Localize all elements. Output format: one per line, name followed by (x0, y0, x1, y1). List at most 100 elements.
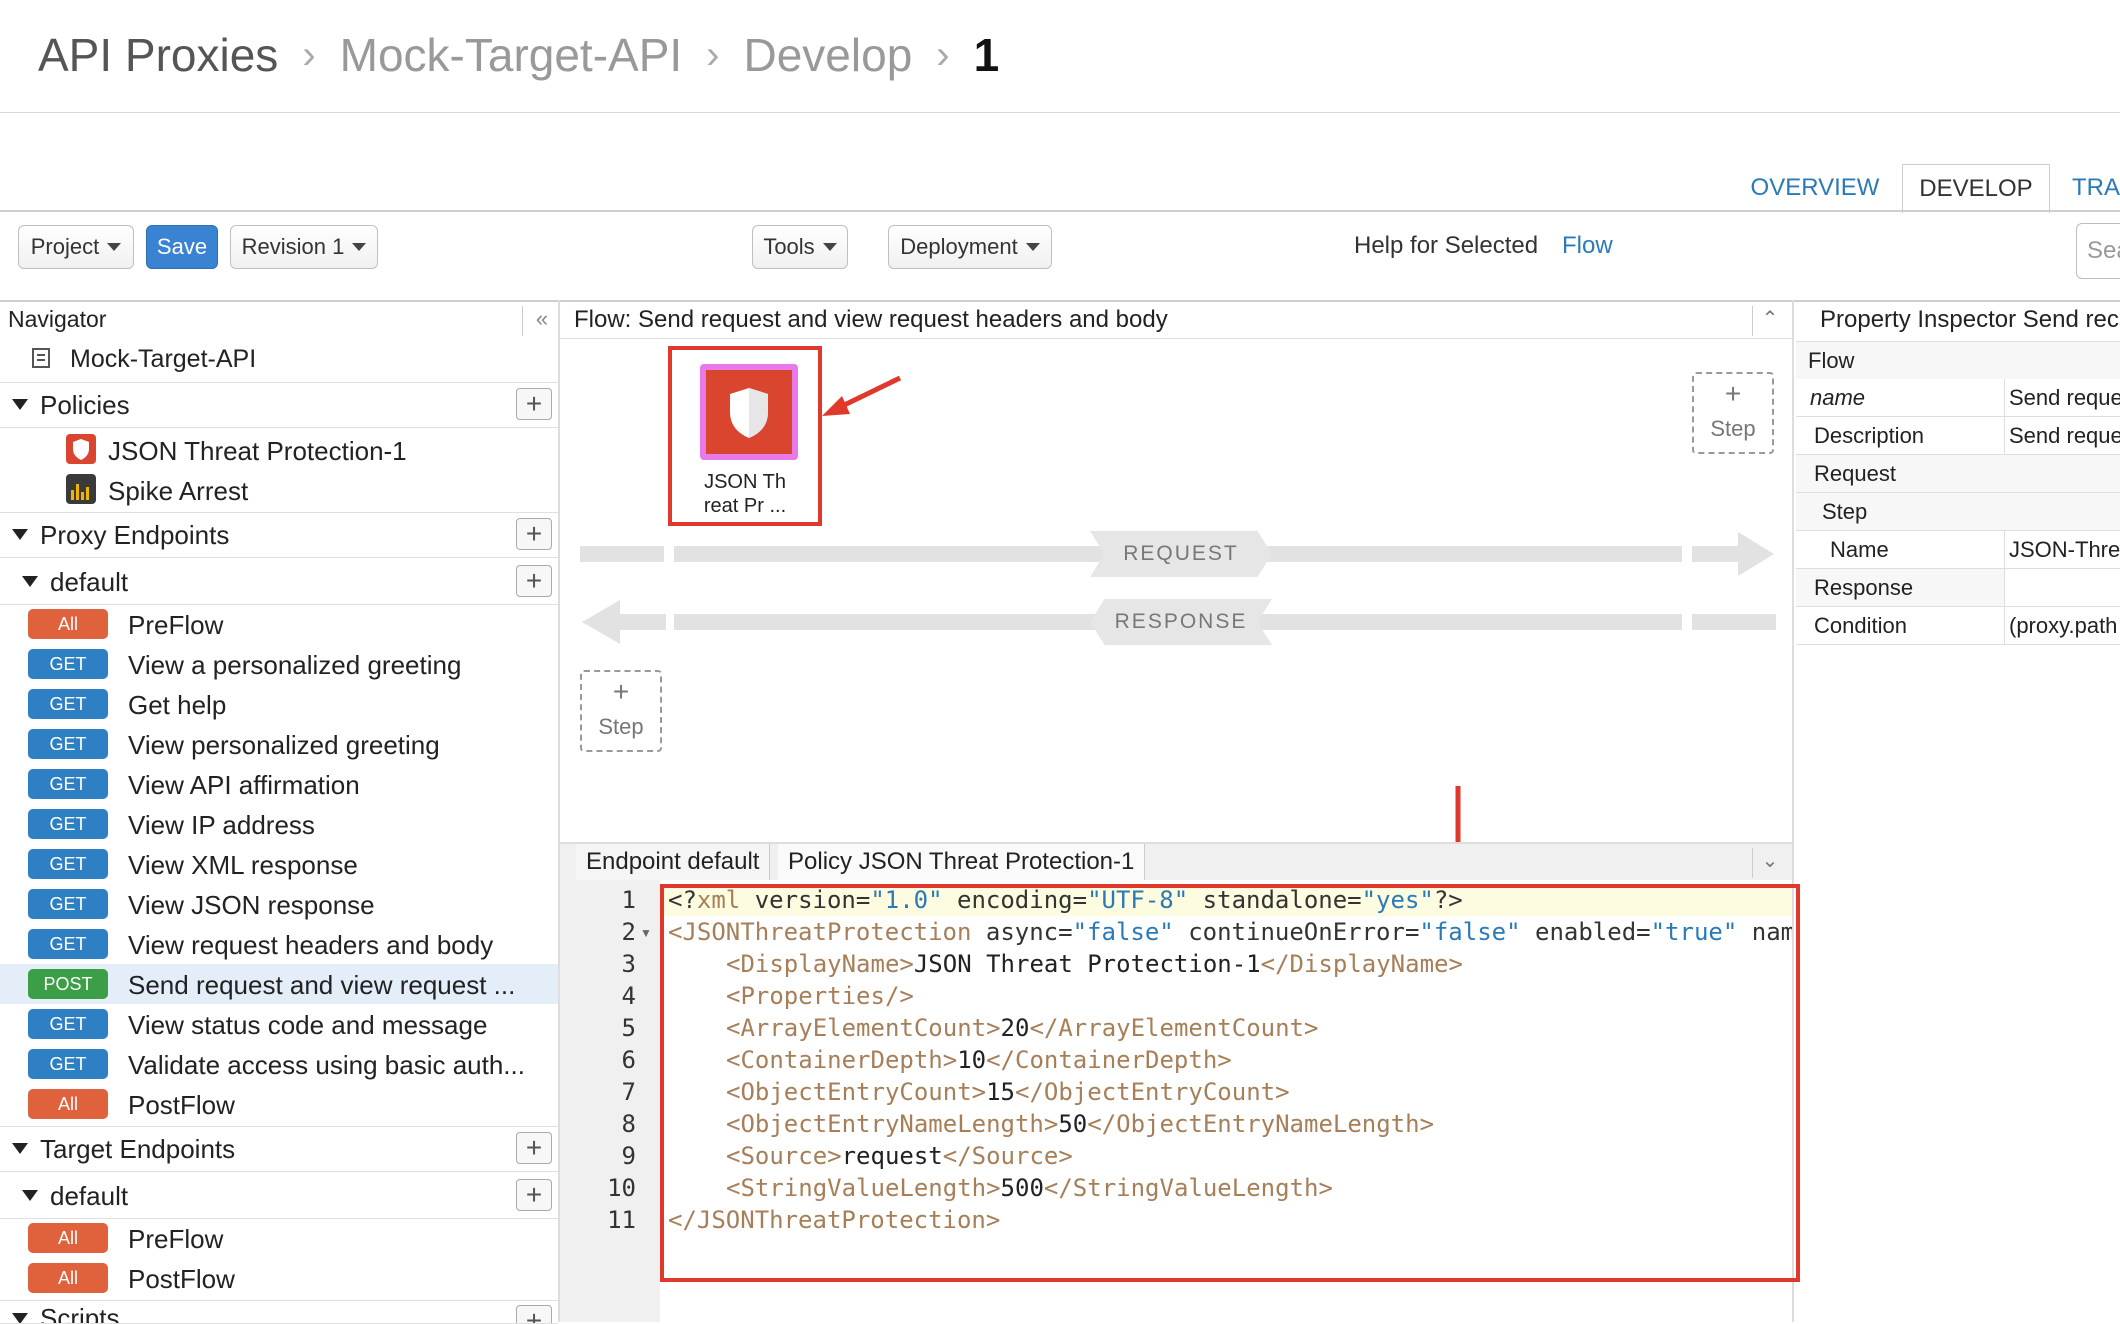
highlight-box (660, 884, 1800, 1282)
flow-label: PostFlow (128, 1264, 235, 1294)
flow-item[interactable]: All PostFlow (0, 1258, 558, 1298)
add-flow-button[interactable]: + (516, 565, 552, 597)
line-number: 4 (621, 982, 636, 1010)
tab-endpoint-default[interactable]: Endpoint default (576, 844, 771, 880)
breadcrumb-separator-icon: › (706, 32, 720, 77)
add-script-button[interactable]: + (516, 1305, 552, 1323)
method-badge: GET (28, 1009, 108, 1039)
method-badge: GET (28, 849, 108, 879)
inspector-value[interactable] (2004, 569, 2120, 606)
method-badge: GET (28, 689, 108, 719)
policy-item[interactable]: JSON Threat Protection-1 (0, 430, 558, 470)
inspector-row-name[interactable]: name Send reque (1796, 379, 2120, 417)
flow-item[interactable]: GET View a personalized greeting (0, 644, 558, 684)
collapse-down-icon[interactable]: ⌄ (1752, 848, 1787, 878)
add-step-request[interactable]: + Step (1692, 372, 1774, 454)
flow-item[interactable]: All PreFlow (0, 604, 558, 644)
flow-item[interactable]: GET View personalized greeting (0, 724, 558, 764)
flow-label: Send request and view request ... (128, 970, 516, 1000)
breadcrumb-revision: 1 (973, 29, 1000, 81)
flow-item[interactable]: GET View request headers and body (0, 924, 558, 964)
fold-arrow-icon[interactable]: ▼ (640, 926, 652, 940)
inspector-row-step-name[interactable]: Name JSON-Thre (1796, 531, 2120, 569)
target-endpoints-section-header[interactable]: Target Endpoints + (0, 1126, 558, 1172)
flow-item[interactable]: GET View IP address (0, 804, 558, 844)
flow-item[interactable]: GET View XML response (0, 844, 558, 884)
expand-triangle-icon[interactable] (22, 576, 38, 587)
inspector-row-description[interactable]: Description Send reque (1796, 417, 2120, 455)
add-policy-button[interactable]: + (516, 388, 552, 420)
tab-policy-json-threat[interactable]: Policy JSON Threat Protection-1 (778, 844, 1146, 880)
expand-triangle-icon[interactable] (22, 1190, 38, 1201)
caret-down-icon (822, 243, 837, 251)
inspector-value[interactable]: Send reque (2004, 379, 2120, 416)
caret-down-icon (107, 243, 122, 251)
expand-triangle-icon[interactable] (12, 399, 28, 410)
policies-section-header[interactable]: Policies + (0, 382, 558, 428)
inspector-row-condition[interactable]: Condition (proxy.path (1796, 607, 2120, 645)
collapse-up-icon[interactable]: ⌃ (1752, 306, 1787, 336)
flow-item[interactable]: GET Get help (0, 684, 558, 724)
navigator-root-proxy[interactable]: Mock-Target-API (70, 345, 256, 374)
policies-label: Policies (40, 390, 130, 420)
flow-item[interactable]: All PostFlow (0, 1084, 558, 1124)
target-default-label: default (50, 1181, 129, 1211)
tabs-divider (0, 210, 2120, 212)
search-input[interactable]: Sea (2076, 223, 2120, 279)
target-default-header[interactable]: default + (0, 1174, 558, 1219)
tab-develop[interactable]: DEVELOP (1902, 164, 2050, 213)
navigator-title: Navigator (8, 306, 107, 332)
breadcrumb-develop[interactable]: Develop (744, 28, 913, 82)
policy-caption-line: reat Pr ... (703, 495, 787, 517)
method-badge: All (28, 1223, 108, 1253)
revision-dropdown[interactable]: Revision 1 (230, 225, 378, 269)
add-flow-button[interactable]: + (516, 1179, 552, 1211)
method-badge: GET (28, 1049, 108, 1079)
add-step-response[interactable]: + Step (580, 670, 662, 752)
breadcrumb: API Proxies › Mock-Target-API › Develop … (38, 20, 999, 90)
tools-label: Tools (763, 234, 815, 259)
inspector-value[interactable]: (proxy.path (2004, 607, 2120, 644)
flow-item-selected[interactable]: POST Send request and view request ... (0, 964, 558, 1004)
flow-item[interactable]: GET View API affirmation (0, 764, 558, 804)
method-badge: GET (28, 729, 108, 759)
deployment-dropdown[interactable]: Deployment (888, 225, 1052, 269)
expand-triangle-icon[interactable] (12, 1143, 28, 1154)
breadcrumb-proxy-name[interactable]: Mock-Target-API (340, 28, 683, 82)
flow-item[interactable]: GET View status code and message (0, 1004, 558, 1044)
line-number: 8 (621, 1110, 636, 1138)
add-target-endpoint-button[interactable]: + (516, 1132, 552, 1164)
flow-label: View personalized greeting (128, 730, 440, 760)
proxy-endpoints-section-header[interactable]: Proxy Endpoints + (0, 512, 558, 558)
flow-item[interactable]: GET Validate access using basic auth... (0, 1044, 558, 1084)
proxy-default-header[interactable]: default + (0, 560, 558, 605)
method-badge: All (28, 1089, 108, 1119)
tab-overview[interactable]: OVERVIEW (1740, 166, 1890, 210)
policy-item[interactable]: Spike Arrest (0, 470, 558, 510)
method-badge: GET (28, 809, 108, 839)
collapse-left-icon[interactable]: « (522, 306, 561, 336)
scripts-section-header[interactable]: Scripts + (0, 1300, 558, 1324)
tab-trace[interactable]: TRA (2072, 166, 2120, 210)
annotation-arrow-icon (822, 375, 902, 416)
add-proxy-endpoint-button[interactable]: + (516, 518, 552, 550)
flow-label: View a personalized greeting (128, 650, 462, 680)
flow-item[interactable]: All PreFlow (0, 1218, 558, 1258)
inspector-value[interactable]: JSON-Thre (2004, 531, 2120, 568)
flow-label: View IP address (128, 810, 315, 840)
help-flow-link[interactable]: Flow (1562, 232, 1613, 260)
save-button[interactable]: Save (146, 225, 218, 269)
inspector-key: Name (1830, 537, 1889, 562)
line-number: 9 (621, 1142, 636, 1170)
expand-triangle-icon[interactable] (12, 529, 28, 540)
breadcrumb-api-proxies[interactable]: API Proxies (38, 28, 278, 82)
property-inspector-title: Property Inspector Send rec (1820, 306, 2119, 333)
line-number: 1 (621, 886, 636, 914)
expand-triangle-icon[interactable] (12, 1313, 28, 1323)
flow-label: PreFlow (128, 1224, 224, 1254)
project-dropdown[interactable]: Project (18, 225, 134, 269)
line-number: 7 (621, 1078, 636, 1106)
inspector-value[interactable]: Send reque (2004, 417, 2120, 454)
tools-dropdown[interactable]: Tools (752, 225, 848, 269)
flow-item[interactable]: GET View JSON response (0, 884, 558, 924)
